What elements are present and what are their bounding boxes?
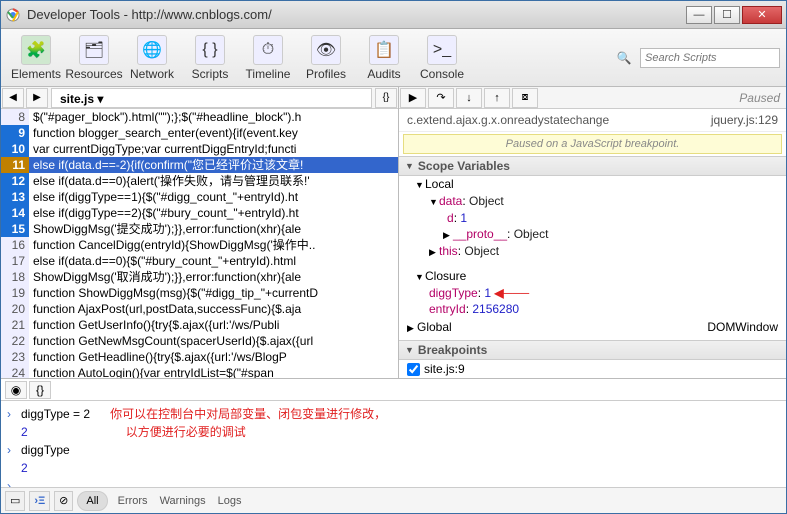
nav-back-button[interactable]: ◀ [2,88,24,108]
code-line[interactable]: 12else if(data.d==0){alert('操作失败，请与管理员联系… [1,173,398,189]
breakpoints-header[interactable]: ▼Breakpoints [399,340,786,360]
profiles-tab[interactable]: 👁Profiles [297,33,355,83]
pause-resume-button[interactable]: ▶ [400,88,426,108]
line-number[interactable]: 20 [1,301,29,317]
step-over-button[interactable]: ↷ [428,88,454,108]
code-line[interactable]: 13else if(diggType==1){$("#digg_count_"+… [1,189,398,205]
console-mode-button[interactable]: ◉ [5,381,27,399]
pretty-print-button[interactable]: {} [375,88,397,108]
line-number[interactable]: 17 [1,253,29,269]
timeline-tab[interactable]: ⏱Timeline [239,33,297,83]
code-line[interactable]: 17else if(data.d==0){$("#bury_count_"+en… [1,253,398,269]
line-number[interactable]: 9 [1,125,29,141]
annotation-text: 你可以在控制台中对局部变量、闭包变量进行修改， [110,405,386,423]
line-number[interactable]: 12 [1,173,29,189]
console-braces-button[interactable]: {} [29,381,51,399]
search-icon: 🔍 [614,48,634,68]
code-area[interactable]: 8$("#pager_block").html("");};$("#headli… [1,109,398,378]
clear-console-button[interactable]: ⊘ [54,491,73,511]
scope-variables-header[interactable]: ▼Scope Variables [399,156,786,176]
chrome-icon [5,7,21,23]
filter-all[interactable]: All [77,491,107,511]
code-line[interactable]: 18ShowDiggMsg('取消成功');}},error:function(… [1,269,398,285]
filter-logs[interactable]: Logs [218,495,242,507]
line-number[interactable]: 14 [1,205,29,221]
line-number[interactable]: 24 [1,365,29,378]
line-number[interactable]: 23 [1,349,29,365]
code-line[interactable]: 23function GetHeadline(){try{$.ajax({url… [1,349,398,365]
console-body[interactable]: ›diggType = 2你可以在控制台中对局部变量、闭包变量进行修改， 2以方… [1,401,786,487]
code-line[interactable]: 16function CancelDigg(entryId){ShowDiggM… [1,237,398,253]
filename-select[interactable]: site.js ▾ [51,88,372,108]
annotation-text: 以方便进行必要的调试 [126,423,246,441]
maximize-button[interactable]: ☐ [714,6,740,24]
code-line[interactable]: 14else if(diggType==2){$("#bury_count_"+… [1,205,398,221]
code-line[interactable]: 22function GetNewMsgCount(spacerUserId){… [1,333,398,349]
filter-warnings[interactable]: Warnings [160,495,206,507]
console-tab[interactable]: >_Console [413,33,471,83]
line-number[interactable]: 13 [1,189,29,205]
line-number[interactable]: 21 [1,317,29,333]
resources-tab[interactable]: 🗂Resources [65,33,123,83]
code-line[interactable]: 11else if(data.d==-2){if(confirm("您已经评价过… [1,157,398,173]
deactivate-breakpoints-button[interactable]: ⧇ [512,88,538,108]
network-tab[interactable]: 🌐Network [123,33,181,83]
code-line[interactable]: 24function AutoLogin(){var entryIdList=$… [1,365,398,378]
code-line[interactable]: 9function blogger_search_enter(event){if… [1,125,398,141]
line-number[interactable]: 16 [1,237,29,253]
nav-forward-button[interactable]: ▶ [26,88,48,108]
elements-tab[interactable]: 🧩Elements [7,33,65,83]
audits-tab[interactable]: 📋Audits [355,33,413,83]
line-number[interactable]: 15 [1,221,29,237]
breakpoint-item[interactable]: site.js:9 [399,360,786,378]
breakpoint-checkbox[interactable] [407,363,420,376]
line-number[interactable]: 11 [1,157,29,173]
code-line[interactable]: 19function ShowDiggMsg(msg){$("#digg_tip… [1,285,398,301]
dock-button[interactable]: ▭ [5,491,25,511]
arrow-annotation-icon: ◀─── [494,286,529,300]
paused-label: Paused [739,91,780,105]
step-into-button[interactable]: ↓ [456,88,482,108]
code-line[interactable]: 10var currentDiggType;var currentDiggEnt… [1,141,398,157]
search-input[interactable] [640,48,780,68]
window-title: Developer Tools - http://www.cnblogs.com… [27,7,686,22]
scripts-tab[interactable]: { }Scripts [181,33,239,83]
close-button[interactable]: ✕ [742,6,782,24]
code-line[interactable]: 15ShowDiggMsg('提交成功');}},error:function(… [1,221,398,237]
code-line[interactable]: 20function AjaxPost(url,postData,success… [1,301,398,317]
code-line[interactable]: 8$("#pager_block").html("");};$("#headli… [1,109,398,125]
line-number[interactable]: 22 [1,333,29,349]
line-number[interactable]: 8 [1,109,29,125]
line-number[interactable]: 19 [1,285,29,301]
step-out-button[interactable]: ↑ [484,88,510,108]
call-stack-frame[interactable]: c.extend.ajax.g.x.onreadystatechange jqu… [399,109,786,132]
line-number[interactable]: 18 [1,269,29,285]
pause-message: Paused on a JavaScript breakpoint. [403,134,782,154]
console-toggle-button[interactable]: ›Ξ [29,491,50,511]
code-line[interactable]: 21function GetUserInfo(){try{$.ajax({url… [1,317,398,333]
filter-errors[interactable]: Errors [118,495,148,507]
scope-variables[interactable]: ▼Local ▼data: Object d: 1 ▶__proto__: Ob… [399,176,786,340]
minimize-button[interactable]: — [686,6,712,24]
line-number[interactable]: 10 [1,141,29,157]
